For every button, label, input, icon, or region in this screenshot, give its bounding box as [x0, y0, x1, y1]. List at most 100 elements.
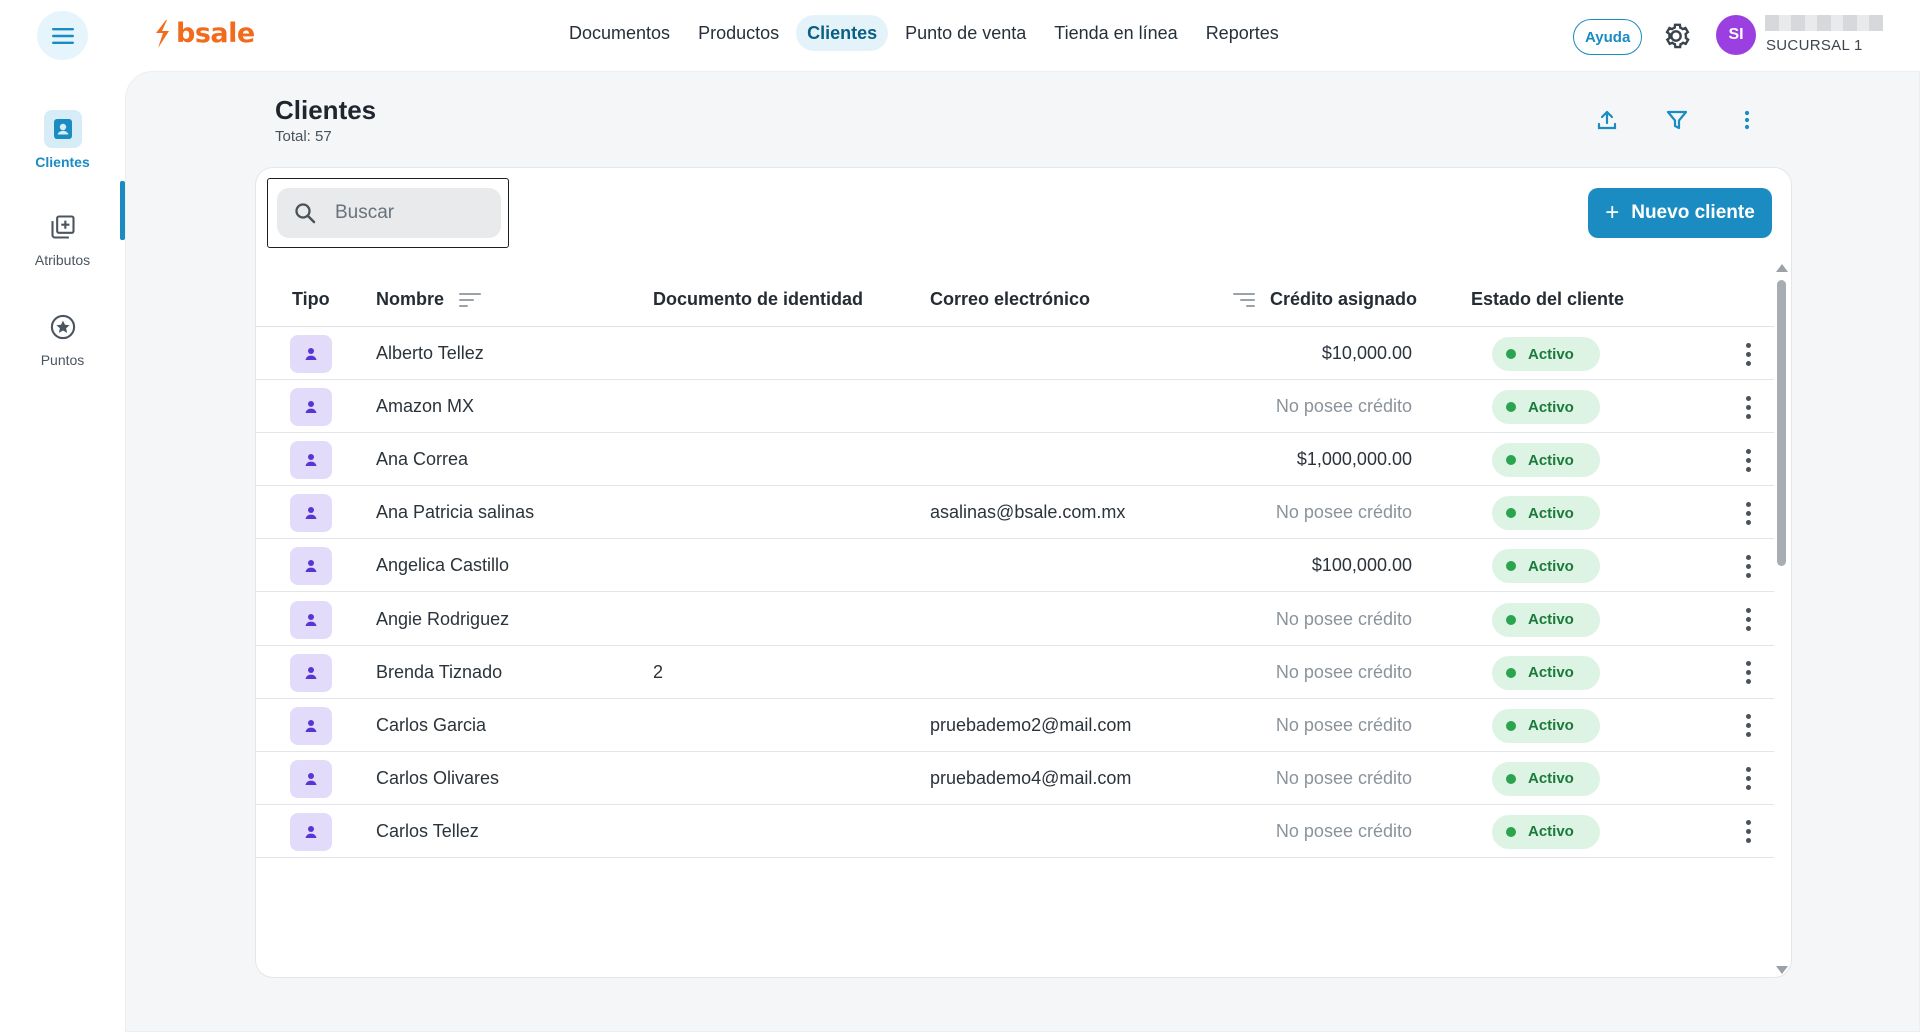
status-label: Activo — [1528, 823, 1574, 841]
table-header: Tipo Nombre Documento de identidad Corre… — [256, 271, 1774, 327]
sort-icon[interactable] — [458, 291, 482, 309]
table-row[interactable]: Carlos Tellez No posee crédito Activo — [256, 805, 1774, 858]
client-name[interactable]: Amazon MX — [376, 396, 474, 417]
client-type-icon — [290, 494, 332, 533]
status-label: Activo — [1528, 770, 1574, 788]
row-actions-button[interactable] — [1736, 497, 1760, 529]
new-client-button[interactable]: + Nuevo cliente — [1588, 188, 1772, 238]
client-credit: No posee crédito — [1275, 767, 1412, 788]
status-dot — [1506, 773, 1516, 784]
client-type-icon — [290, 388, 332, 427]
client-name[interactable]: Carlos Tellez — [376, 821, 479, 842]
client-type-icon — [290, 706, 332, 745]
column-header-correo: Correo electrónico — [930, 289, 1091, 309]
person-icon — [305, 719, 317, 732]
rail-item-puntos[interactable]: Puntos — [0, 308, 125, 368]
status-dot — [1506, 826, 1516, 837]
client-type-icon — [290, 653, 332, 692]
help-button[interactable]: Ayuda — [1573, 19, 1643, 55]
rail-label-clientes: Clientes — [35, 154, 90, 170]
export-button[interactable] — [1591, 104, 1623, 136]
scroll-thumb[interactable] — [1777, 280, 1786, 566]
table-row[interactable]: Brenda Tiznado 2 No posee crédito Activo — [256, 646, 1774, 699]
person-icon — [305, 772, 317, 785]
row-actions-button[interactable] — [1736, 657, 1760, 689]
client-credit: $1,000,000.00 — [1296, 449, 1412, 470]
status-badge: Activo — [1492, 337, 1600, 371]
status-dot — [1506, 349, 1516, 359]
filter-icon — [1666, 110, 1688, 130]
scroll-down-arrow[interactable] — [1776, 966, 1788, 974]
row-actions-button[interactable] — [1736, 763, 1760, 795]
more-options-button[interactable] — [1731, 104, 1763, 136]
client-type-icon — [290, 547, 332, 586]
client-name[interactable]: Brenda Tiznado — [376, 662, 502, 683]
person-icon — [305, 401, 317, 414]
table-row[interactable]: Angelica Castillo $100,000.00 Activo — [256, 539, 1774, 593]
client-name[interactable]: Carlos Olivares — [376, 768, 499, 789]
client-email: pruebademo2@mail.com — [930, 714, 1132, 735]
status-label: Activo — [1528, 557, 1574, 575]
sort-icon[interactable] — [1232, 291, 1256, 309]
status-label: Activo — [1528, 504, 1574, 522]
table-row[interactable]: Carlos Olivares pruebademo4@mail.com No po… — [256, 752, 1774, 805]
client-name[interactable]: Alberto Tellez — [376, 343, 484, 364]
search-placeholder: Buscar — [335, 202, 395, 223]
client-name[interactable]: Ana Correa — [376, 449, 468, 470]
status-label: Activo — [1528, 398, 1574, 416]
table-row[interactable]: Alberto Tellez $10,000.00 Activo — [256, 327, 1774, 380]
search-icon — [295, 203, 316, 224]
page-total: Total: 57 — [275, 128, 332, 145]
nav-item-reportes[interactable]: Reportes — [1195, 15, 1290, 51]
table-row[interactable]: Amazon MX No posee crédito Activo — [256, 380, 1774, 434]
branch-label[interactable]: SUCURSAL 1 — [1766, 37, 1863, 54]
rail-item-atributos[interactable]: Atributos — [0, 208, 125, 268]
nav-item-tienda-en-linea[interactable]: Tienda en línea — [1043, 15, 1188, 51]
column-header-credito[interactable]: Crédito asignado — [1232, 289, 1417, 310]
bsale-logo[interactable]: bsale — [152, 18, 255, 49]
client-type-icon — [290, 812, 332, 851]
row-actions-button[interactable] — [1736, 444, 1760, 476]
client-name[interactable]: Angelica Castillo — [376, 555, 509, 576]
status-label: Activo — [1528, 345, 1574, 363]
row-actions-button[interactable] — [1736, 604, 1760, 636]
status-badge: Activo — [1492, 655, 1600, 690]
table-row[interactable]: Angie Rodriguez No posee crédito Activo — [256, 593, 1774, 646]
status-badge: Activo — [1492, 602, 1600, 637]
table-row[interactable]: Carlos Garcia pruebademo2@mail.com No pose… — [256, 699, 1774, 752]
menu-button[interactable] — [37, 11, 88, 60]
client-email: pruebademo4@mail.com — [930, 767, 1132, 788]
client-name[interactable]: Carlos Garcia — [376, 715, 486, 736]
person-icon — [305, 348, 317, 360]
brand-name: bsale — [176, 18, 255, 49]
table-scrollbar[interactable] — [1772, 262, 1790, 974]
search-input[interactable]: Buscar — [277, 188, 501, 238]
nav-item-clientes[interactable]: Clientes — [796, 15, 889, 51]
status-label: Activo — [1528, 717, 1574, 735]
top-bar: bsale Documentos Productos Clientes Punto d… — [0, 0, 1920, 70]
client-name[interactable]: Angie Rodriguez — [376, 609, 509, 630]
column-header-nombre[interactable]: Nombre — [376, 289, 482, 310]
gear-icon[interactable] — [1660, 20, 1692, 52]
row-actions-button[interactable] — [1736, 816, 1760, 848]
status-label: Activo — [1528, 451, 1574, 469]
status-label: Activo — [1528, 611, 1574, 628]
client-type-icon — [290, 335, 332, 373]
row-actions-button[interactable] — [1736, 338, 1760, 370]
nav-item-documentos[interactable]: Documentos — [558, 15, 681, 51]
rail-item-clientes[interactable]: Clientes — [0, 110, 125, 170]
nav-item-punto-de-venta[interactable]: Punto de venta — [894, 15, 1037, 51]
filter-button[interactable] — [1661, 104, 1693, 136]
client-credit: No posee crédito — [1275, 714, 1412, 735]
row-actions-button[interactable] — [1736, 391, 1760, 423]
person-icon — [305, 507, 317, 520]
row-actions-button[interactable] — [1736, 710, 1760, 742]
client-name[interactable]: Ana Patricia salinas — [376, 502, 534, 523]
scroll-up-arrow[interactable] — [1776, 264, 1788, 272]
contact-card-icon — [53, 119, 72, 139]
avatar[interactable]: SI — [1716, 15, 1756, 55]
table-row[interactable]: Ana Patricia salinas asalinas@bsale.com.m… — [256, 486, 1774, 540]
table-row[interactable]: Ana Correa $1,000,000.00 Activo — [256, 433, 1774, 487]
row-actions-button[interactable] — [1736, 550, 1760, 582]
nav-item-productos[interactable]: Productos — [687, 15, 790, 51]
